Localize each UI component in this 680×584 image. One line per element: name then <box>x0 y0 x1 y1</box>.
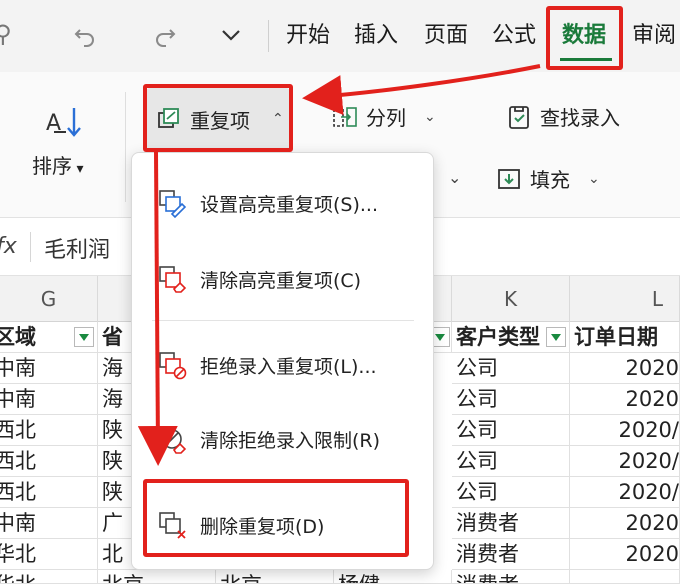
table-cell[interactable]: 中南 <box>0 508 98 539</box>
table-cell[interactable]: 北京 <box>98 570 216 584</box>
tab-review[interactable]: 审阅 <box>632 20 676 52</box>
menu-item-clear-reject-restriction[interactable]: 清除拒绝录入限制(R) <box>132 417 433 461</box>
table-cell[interactable]: 2020 <box>570 384 680 415</box>
fill-label: 填充 <box>530 168 570 192</box>
filter-dropdown-icon[interactable] <box>74 327 94 347</box>
function-icon[interactable]: fx <box>0 234 17 259</box>
redo-icon[interactable] <box>152 22 178 48</box>
split-column-label: 分列 <box>366 106 406 130</box>
table-cell[interactable]: 西北 <box>0 415 98 446</box>
table-cell[interactable]: 2020/ <box>570 477 680 508</box>
formula-input[interactable]: 毛利润 <box>44 232 110 264</box>
menu-item-label: 清除高亮重复项(C) <box>200 269 362 292</box>
column-header-g[interactable]: G <box>0 276 98 322</box>
table-cell[interactable]: 公司 <box>452 446 570 477</box>
table-cell[interactable]: 华北 <box>0 539 98 570</box>
column-header-k[interactable]: K <box>452 276 570 322</box>
header-cell-order-date[interactable]: 订单日期 <box>570 322 680 353</box>
find-entry-label: 查找录入 <box>540 106 620 130</box>
toolbar-divider <box>268 20 269 52</box>
table-cell[interactable]: 消费者 <box>452 539 570 570</box>
ribbon-divider <box>125 92 126 202</box>
table-cell[interactable]: 西北 <box>0 446 98 477</box>
tab-home[interactable]: 开始 <box>286 20 330 52</box>
tab-insert[interactable]: 插入 <box>354 20 398 52</box>
find-entry-button[interactable]: 查找录入 <box>506 102 620 131</box>
split-column-button[interactable]: 分列 ⌄ <box>332 102 436 131</box>
table-cell[interactable]: 2020 <box>570 508 680 539</box>
sort-button[interactable]: 排序 ▾ <box>32 150 83 179</box>
highlight-box-remove-duplicates <box>143 479 409 557</box>
table-cell[interactable]: 2020 <box>570 353 680 384</box>
sort-label: 排序 <box>32 154 72 178</box>
tab-page[interactable]: 页面 <box>424 20 468 52</box>
highlight-duplicates-icon <box>159 190 187 219</box>
sort-icon[interactable]: A <box>44 102 84 142</box>
menu-divider <box>152 320 414 321</box>
table-cell[interactable]: 公司 <box>452 353 570 384</box>
table-cell[interactable]: 消费者 <box>452 508 570 539</box>
table-cell[interactable]: 中南 <box>0 353 98 384</box>
menu-item-label: 清除拒绝录入限制(R) <box>200 429 381 452</box>
table-cell[interactable]: 华北 <box>0 570 98 584</box>
table-cell[interactable]: 公司 <box>452 415 570 446</box>
table-cell[interactable]: 2020/ <box>570 446 680 477</box>
table-cell[interactable]: 公司 <box>452 477 570 508</box>
search-icon[interactable]: ⚲ <box>0 20 12 48</box>
table-cell[interactable] <box>570 570 680 584</box>
table-cell[interactable]: 杨健 <box>334 570 452 584</box>
table-cell[interactable]: 北京 <box>216 570 334 584</box>
table-cell[interactable]: 消费者 <box>452 570 570 584</box>
table-cell[interactable]: 公司 <box>452 384 570 415</box>
find-entry-icon <box>509 105 529 129</box>
menu-item-set-highlight-duplicates[interactable]: 设置高亮重复项(S)... <box>132 181 433 225</box>
menu-item-label: 拒绝录入重复项(L)... <box>200 355 377 378</box>
chevron-down-icon[interactable]: ⌄ <box>448 168 461 187</box>
column-header-l[interactable]: L <box>570 276 680 322</box>
table-cell[interactable]: 中南 <box>0 384 98 415</box>
reject-entry-icon <box>159 352 187 380</box>
table-cell[interactable]: 西北 <box>0 477 98 508</box>
menu-item-reject-duplicate-entry[interactable]: 拒绝录入重复项(L)... <box>132 343 433 387</box>
chevron-down-icon: ⌄ <box>588 170 600 187</box>
clear-restriction-icon <box>162 429 187 454</box>
menu-item-label: 设置高亮重复项(S)... <box>200 193 379 216</box>
filter-dropdown-icon[interactable] <box>546 327 566 347</box>
split-column-icon <box>333 106 357 127</box>
highlight-box-data-tab <box>546 6 623 70</box>
menu-item-clear-highlight-duplicates[interactable]: 清除高亮重复项(C) <box>132 257 433 301</box>
table-cell[interactable]: 2020 <box>570 539 680 570</box>
table-cell[interactable]: 2020/ <box>570 415 680 446</box>
chevron-down-icon[interactable] <box>220 26 242 44</box>
tab-formula[interactable]: 公式 <box>492 20 536 52</box>
undo-icon[interactable] <box>72 22 98 48</box>
clear-highlight-icon <box>159 266 187 293</box>
chevron-down-icon: ⌄ <box>424 108 436 125</box>
highlight-box-duplicates-button <box>143 84 293 152</box>
fill-button[interactable]: 填充 ⌄ <box>496 164 600 193</box>
fill-icon <box>498 168 520 189</box>
formula-divider <box>30 232 31 262</box>
